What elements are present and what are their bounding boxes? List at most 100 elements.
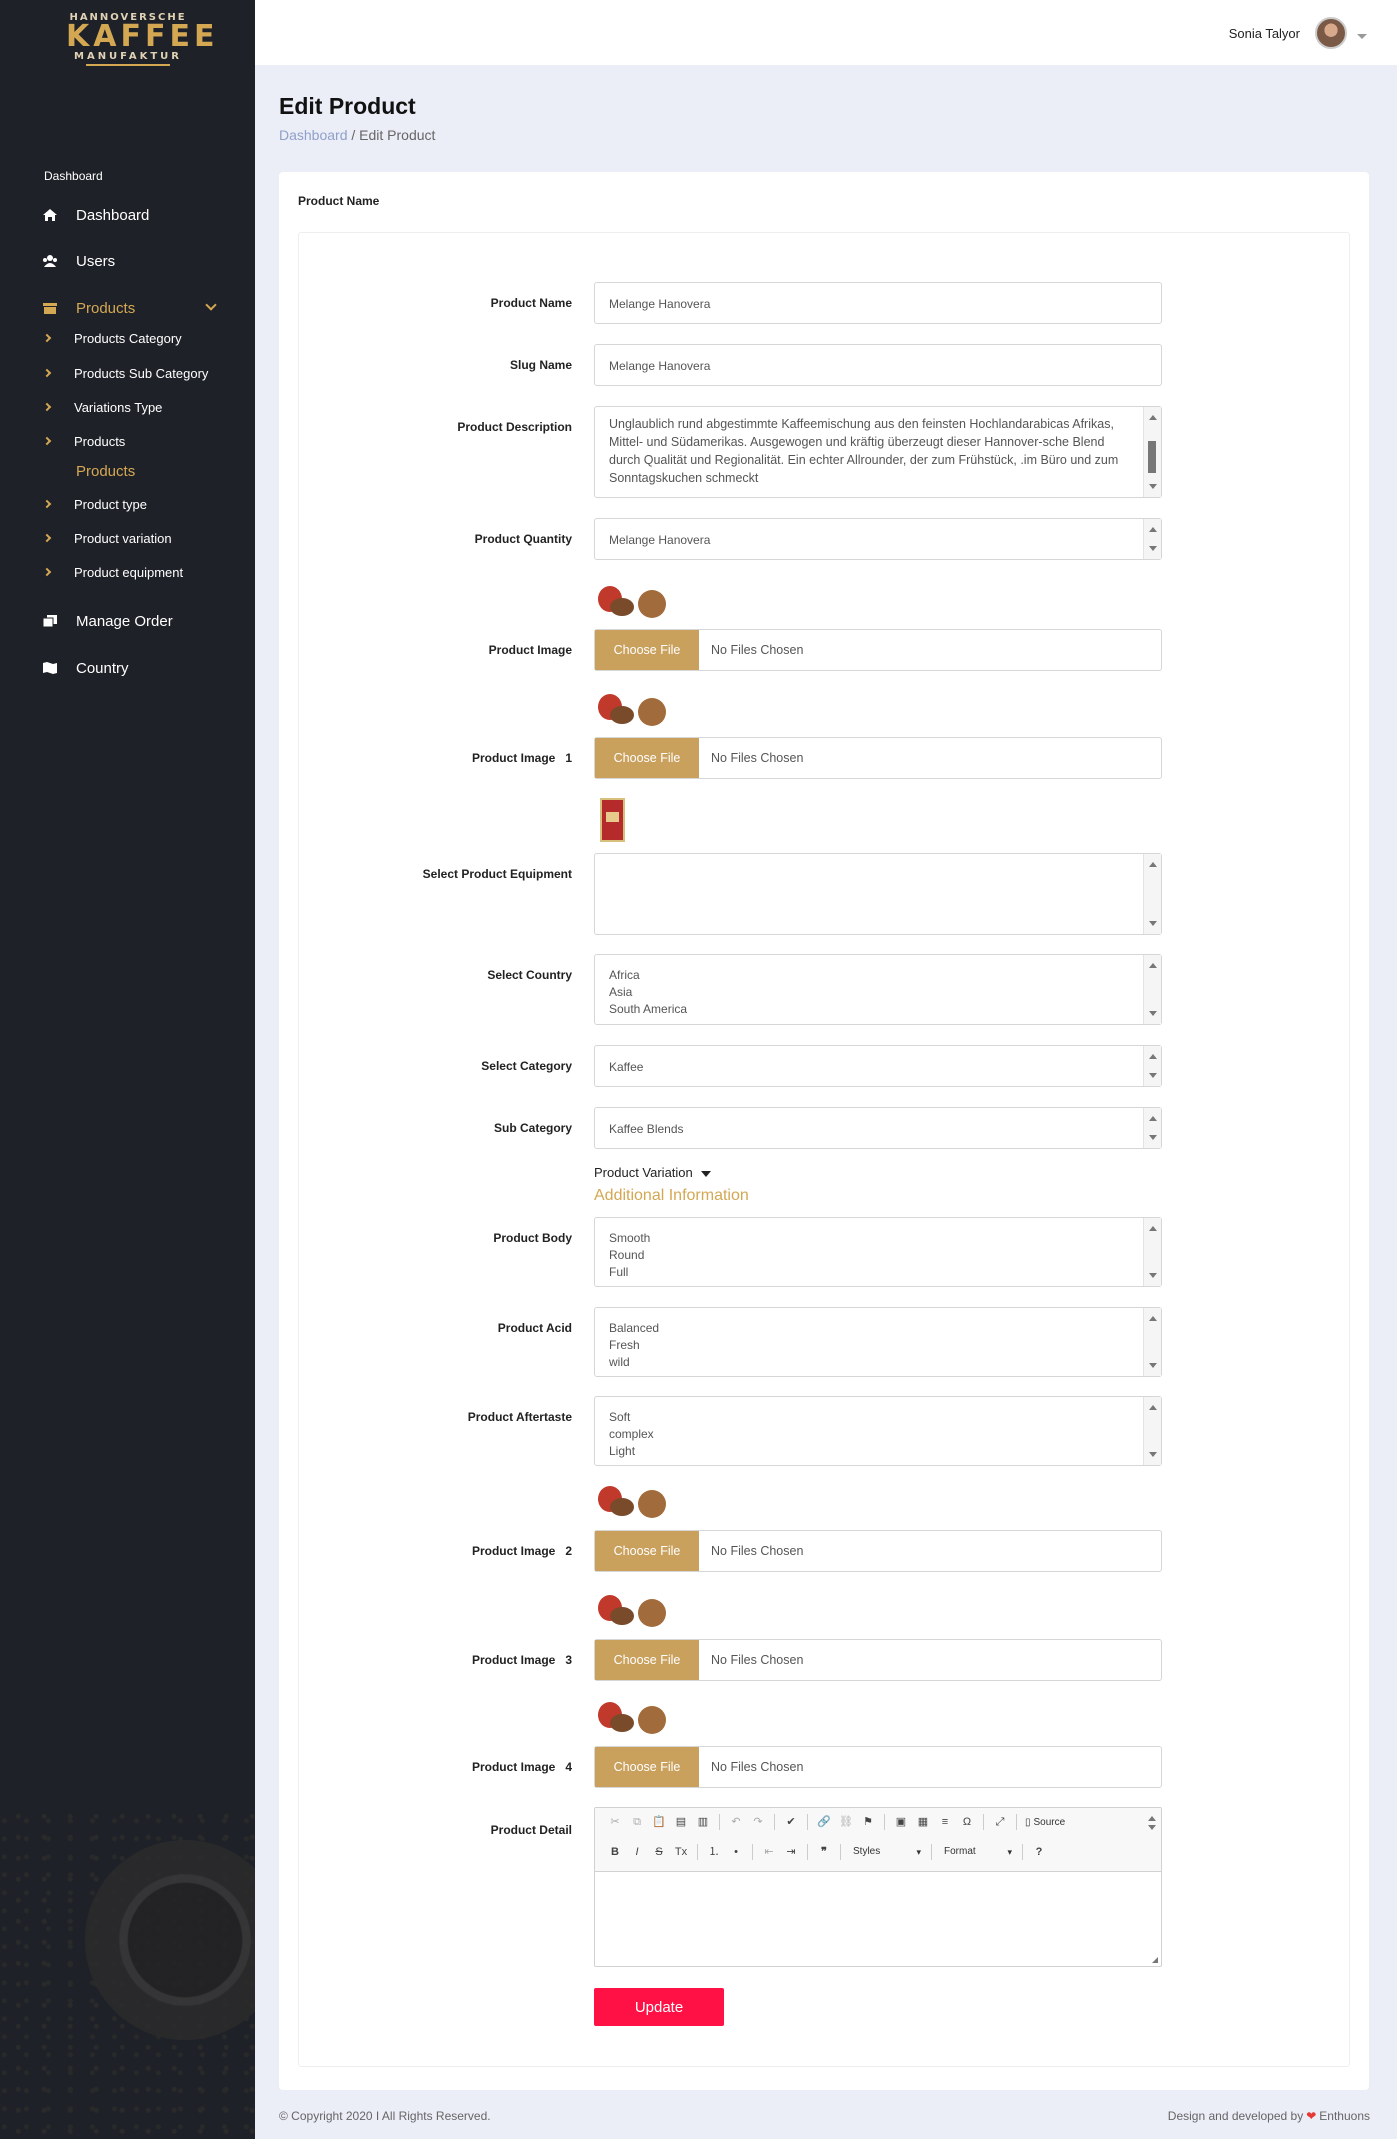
product-variation-toggle[interactable]: Product Variation (594, 1165, 711, 1180)
avatar[interactable] (1315, 17, 1347, 49)
numbered-list-icon[interactable]: ⒈ (706, 1844, 722, 1860)
product-image-1-file-input[interactable]: Choose File No Files Chosen (594, 737, 1162, 779)
country-option[interactable]: Africa (609, 967, 1147, 984)
strikethrough-icon[interactable]: S (651, 1844, 667, 1860)
rich-text-editor[interactable]: ✂ ⧉ 📋 ▤ ▥ ↶ ↷ ✔ 🔗 ⛓ ⚑ ▣ ▦ ≡ Ω ⤢ ▯ Source… (594, 1807, 1162, 1967)
copy-icon[interactable]: ⧉ (629, 1814, 645, 1830)
product-body-multiselect[interactable]: Smooth Round Full (594, 1217, 1162, 1287)
product-acid-label: Product Acid (497, 1321, 572, 1335)
editor-scroll-up[interactable] (1143, 1808, 1161, 1838)
sidebar-subitem-products[interactable]: Products (0, 428, 255, 454)
editor-content-area[interactable] (595, 1872, 1161, 1965)
remove-format-icon[interactable]: Tx (673, 1844, 689, 1860)
country-multiselect[interactable]: Africa Asia South America (594, 954, 1162, 1025)
sidebar-subitem-products-category[interactable]: Products Category (0, 325, 255, 351)
scrollbar[interactable] (1143, 1397, 1161, 1465)
breadcrumb-dashboard-link[interactable]: Dashboard (279, 127, 348, 143)
bold-icon[interactable]: B (607, 1844, 623, 1860)
special-character-icon[interactable]: Ω (959, 1814, 975, 1830)
choose-file-button[interactable]: Choose File (595, 1640, 699, 1680)
anchor-flag-icon[interactable]: ⚑ (860, 1814, 876, 1830)
table-icon[interactable]: ▦ (915, 1814, 931, 1830)
maximize-icon[interactable]: ⤢ (992, 1814, 1008, 1830)
aftertaste-option[interactable]: Light (609, 1443, 1147, 1460)
sub-category-select[interactable]: Kaffee Blends (594, 1107, 1162, 1149)
country-option[interactable]: South America (609, 1001, 1147, 1018)
outdent-icon[interactable]: ⇤ (761, 1844, 777, 1860)
undo-icon[interactable]: ↶ (728, 1814, 744, 1830)
country-option[interactable]: Asia (609, 984, 1147, 1001)
user-name[interactable]: Sonia Talyor (1229, 26, 1300, 41)
product-name-input[interactable]: Melange Hanovera (594, 282, 1162, 324)
scrollbar[interactable] (1143, 1218, 1161, 1286)
choose-file-button[interactable]: Choose File (595, 1531, 699, 1571)
sidebar-item-country[interactable]: Country (0, 651, 255, 685)
product-equipment-select[interactable] (594, 853, 1162, 935)
sidebar-item-manage-order[interactable]: Manage Order (0, 604, 255, 638)
spellcheck-icon[interactable]: ✔ (783, 1814, 799, 1830)
sidebar-subitem-variations-type[interactable]: Variations Type (0, 394, 255, 420)
chevron-down-icon[interactable] (205, 299, 217, 311)
product-acid-multiselect[interactable]: Balanced Fresh wild (594, 1307, 1162, 1377)
brand-logo[interactable]: HANNOVERSCHE KAFFEE MANUFAKTUR (66, 12, 214, 66)
choose-file-button[interactable]: Choose File (595, 1747, 699, 1787)
aftertaste-option[interactable]: Soft (609, 1409, 1147, 1426)
product-image-2-file-input[interactable]: Choose File No Files Chosen (594, 1530, 1162, 1572)
product-image-4-file-input[interactable]: Choose File No Files Chosen (594, 1746, 1162, 1788)
product-image-3-file-input[interactable]: Choose File No Files Chosen (594, 1639, 1162, 1681)
choose-file-button[interactable]: Choose File (595, 738, 699, 778)
product-image-file-input[interactable]: Choose File No Files Chosen (594, 629, 1162, 671)
scrollbar[interactable] (1143, 1046, 1161, 1086)
toolbar-divider (807, 1844, 808, 1860)
paste-text-icon[interactable]: ▤ (673, 1814, 689, 1830)
product-description-textarea[interactable]: Unglaublich rund abgestimmte Kaffeemisch… (594, 406, 1162, 498)
quantity-stepper[interactable] (1143, 519, 1161, 559)
paste-word-icon[interactable]: ▥ (695, 1814, 711, 1830)
choose-file-button[interactable]: Choose File (595, 630, 699, 670)
unlink-icon[interactable]: ⛓ (838, 1814, 854, 1830)
scrollbar[interactable] (1143, 1308, 1161, 1376)
scrollbar-thumb[interactable] (1148, 441, 1156, 473)
sidebar-item-users[interactable]: Users (0, 244, 255, 278)
link-icon[interactable]: 🔗 (816, 1814, 832, 1830)
scrollbar[interactable] (1143, 1108, 1161, 1148)
update-button[interactable]: Update (594, 1988, 724, 2026)
acid-option[interactable]: Fresh (609, 1337, 1147, 1354)
product-quantity-label: Product Quantity (474, 532, 572, 546)
product-aftertaste-multiselect[interactable]: Soft complex Light (594, 1396, 1162, 1466)
sidebar-subitem-products-sub-category[interactable]: Products Sub Category (0, 360, 255, 386)
sidebar-item-products[interactable]: Products (0, 291, 255, 325)
image-icon[interactable]: ▣ (893, 1814, 909, 1830)
credit-company-link[interactable]: Enthuons (1319, 2109, 1370, 2123)
sidebar-subitem-product-variation[interactable]: Product variation (0, 525, 255, 551)
sidebar-subitem-product-equipment[interactable]: Product equipment (0, 559, 255, 585)
chevron-right-icon (42, 567, 52, 577)
body-option[interactable]: Round (609, 1247, 1147, 1264)
acid-option[interactable]: Balanced (609, 1320, 1147, 1337)
styles-dropdown[interactable]: Styles (849, 1843, 923, 1861)
category-select[interactable]: Kaffee (594, 1045, 1162, 1087)
scrollbar[interactable] (1143, 854, 1161, 934)
horizontal-rule-icon[interactable]: ≡ (937, 1814, 953, 1830)
blockquote-icon[interactable]: ❞ (816, 1844, 832, 1860)
format-dropdown[interactable]: Format (940, 1843, 1014, 1861)
help-icon[interactable]: ? (1031, 1844, 1047, 1860)
product-quantity-input[interactable]: Melange Hanovera (594, 518, 1162, 560)
slug-name-input[interactable]: Melange Hanovera (594, 344, 1162, 386)
sidebar-subitem-product-type[interactable]: Product type (0, 491, 255, 517)
acid-option[interactable]: wild (609, 1354, 1147, 1371)
italic-icon[interactable]: I (629, 1844, 645, 1860)
indent-icon[interactable]: ⇥ (783, 1844, 799, 1860)
sidebar-item-dashboard[interactable]: Dashboard (0, 198, 255, 232)
redo-icon[interactable]: ↷ (750, 1814, 766, 1830)
source-button[interactable]: ▯ Source (1025, 1817, 1065, 1828)
scrollbar[interactable] (1143, 955, 1161, 1024)
body-option[interactable]: Smooth (609, 1230, 1147, 1247)
cut-icon[interactable]: ✂ (607, 1814, 623, 1830)
bulleted-list-icon[interactable]: • (728, 1844, 744, 1860)
resize-handle[interactable] (1152, 1957, 1158, 1963)
body-option[interactable]: Full (609, 1264, 1147, 1281)
chevron-down-icon[interactable] (1357, 34, 1367, 39)
aftertaste-option[interactable]: complex (609, 1426, 1147, 1443)
paste-icon[interactable]: 📋 (651, 1814, 667, 1830)
